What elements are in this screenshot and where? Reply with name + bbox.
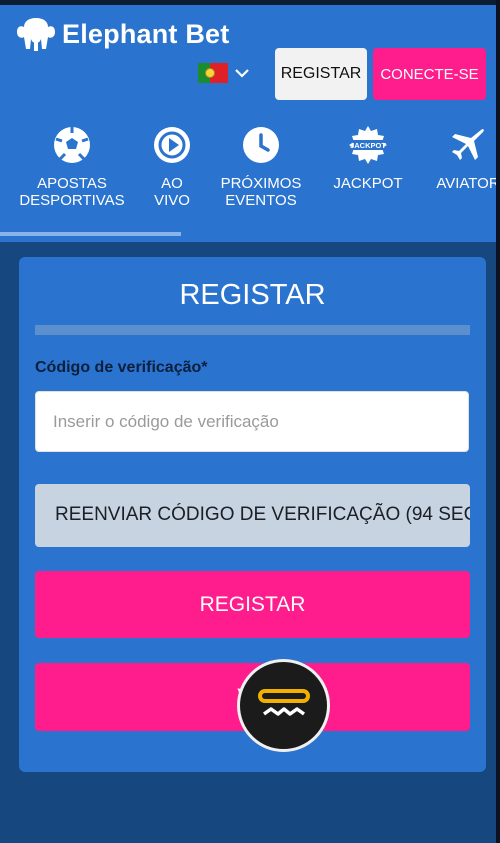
nav-item-jackpot[interactable]: JACKPOT JACKPOT [326,115,410,192]
clock-icon [243,127,279,163]
nav-label-line2: VIVO [154,192,190,209]
hotdog-logo-icon [257,688,310,716]
nav-label-line1: PRÓXIMOS [220,175,302,192]
airplane-icon [452,129,484,160]
screen-edge [496,0,500,843]
soccer-ball-icon [54,127,90,163]
svg-text:JACKPOT: JACKPOT [350,141,386,150]
divider [35,325,470,335]
nav-item-proximos-eventos[interactable]: PRÓXIMOS EVENTOS [214,115,308,209]
form-title: REGISTAR [179,279,326,311]
nav-label-line1: AO [161,175,183,192]
active-tab-indicator [0,232,181,236]
elephant-logo-icon [17,18,55,51]
connect-button[interactable]: CONECTE-SE [373,48,486,100]
nav-label-line1: JACKPOT [333,175,403,192]
nav-item-ao-vivo[interactable]: AO VIVO [148,115,196,209]
nav-label-line2: EVENTOS [225,192,297,209]
nav-item-aviator[interactable]: AVIATOR [428,115,500,192]
language-flag[interactable] [198,63,228,83]
brand-name: Elephant Bet [62,18,230,49]
resend-code-label: REENVIAR CÓDIGO DE VERIFICAÇÃO (94 SEC [55,504,470,525]
register-header-button[interactable]: REGISTAR [275,48,367,100]
brand-logo[interactable]: Elephant Bet [16,15,229,53]
nav-label-line2: DESPORTIVAS [19,192,125,209]
verification-code-label: Código de verificação* [35,359,208,376]
register-button[interactable]: REGISTAR [35,571,470,638]
chevron-down-icon[interactable] [234,67,250,79]
jackpot-badge-icon: JACKPOT [349,126,387,164]
site-header: Elephant Bet REGISTAR CONECTE-SE [0,5,500,115]
play-circle-icon [154,127,190,163]
floating-action-button[interactable] [237,659,330,752]
resend-code-button[interactable]: REENVIAR CÓDIGO DE VERIFICAÇÃO (94 SEC [35,484,470,547]
nav-item-apostas-desportivas[interactable]: APOSTAS DESPORTIVAS [14,115,130,209]
nav-label-line1: APOSTAS [37,175,107,192]
category-nav: APOSTAS DESPORTIVAS AO VIVO PRÓXIMOS EVE… [0,115,500,242]
verification-code-input[interactable] [35,391,469,452]
nav-label-line1: AVIATOR [436,175,500,192]
